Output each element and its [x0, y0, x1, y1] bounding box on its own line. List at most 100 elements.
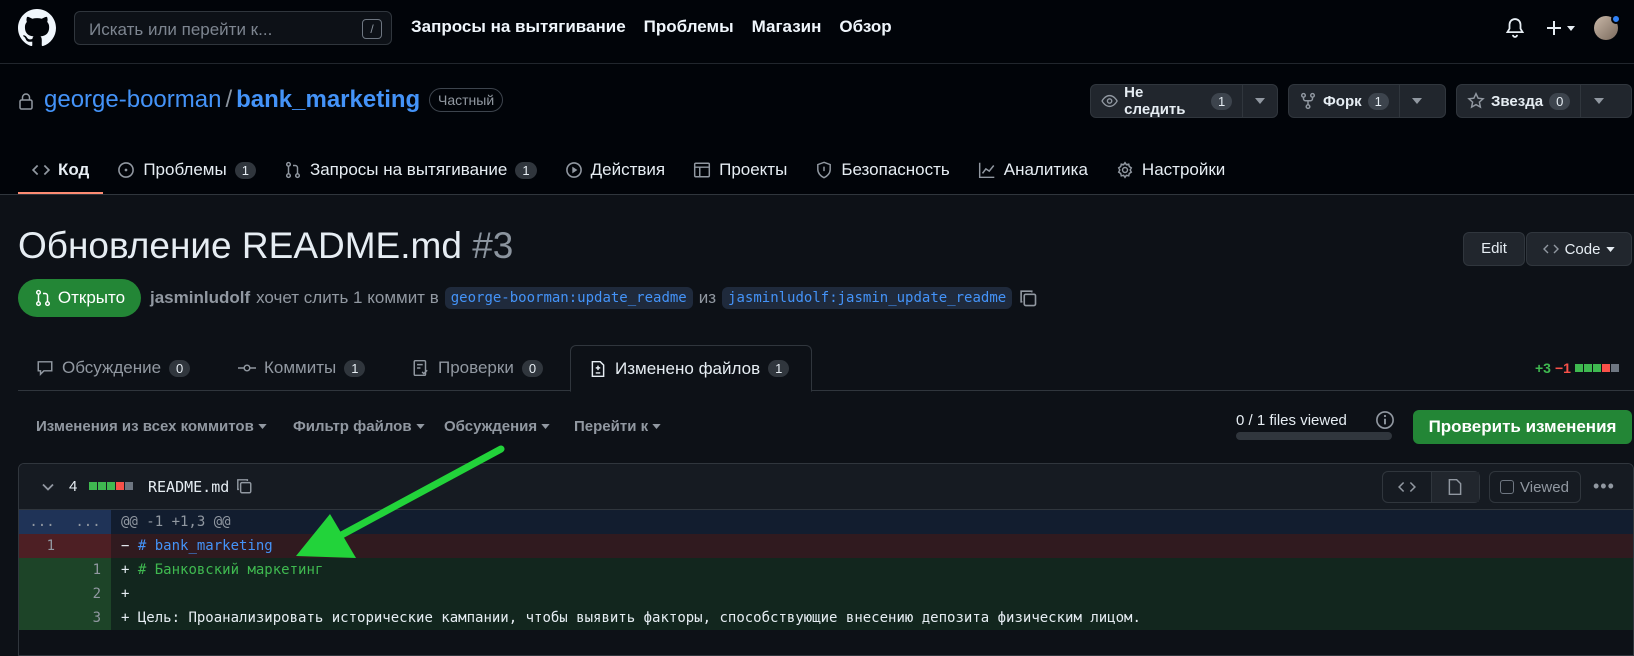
- repo-tabs: Код Проблемы 1 Запросы на вытягивание 1 …: [18, 146, 1239, 194]
- jump-to-dropdown[interactable]: Перейти к: [574, 418, 661, 435]
- repo-owner-link[interactable]: george-boorman: [44, 86, 221, 113]
- file-filter-label: Фильтр файлов: [293, 418, 412, 435]
- conversations-dropdown[interactable]: Обсуждения: [444, 418, 550, 435]
- tab-insights[interactable]: Аналитика: [964, 146, 1102, 194]
- fork-button[interactable]: Форк 1: [1288, 84, 1446, 118]
- pr-tab-commits[interactable]: Коммиты 1: [220, 345, 383, 391]
- diff-line-text: # Банковский маркетинг: [137, 562, 324, 578]
- hunk-expand-old[interactable]: ...: [19, 510, 65, 534]
- code-button[interactable]: Code: [1526, 232, 1632, 266]
- tab-projects[interactable]: Проекты: [679, 146, 801, 194]
- chevron-down-icon[interactable]: [41, 480, 55, 494]
- top-nav-marketplace[interactable]: Магазин: [752, 17, 822, 37]
- watch-label: Не следить: [1124, 84, 1186, 118]
- info-icon[interactable]: [1375, 410, 1395, 430]
- pr-tab-conversation-count: 0: [169, 359, 191, 377]
- issue-icon: [118, 162, 135, 178]
- pull-request-icon: [35, 289, 50, 307]
- hunk-expand-new[interactable]: ...: [65, 510, 111, 534]
- lock-icon: [19, 93, 33, 110]
- pr-author-link[interactable]: jasminludolf: [150, 288, 250, 308]
- tab-pull-requests-label: Запросы на вытягивание: [309, 160, 508, 179]
- tab-settings[interactable]: Настройки: [1102, 146, 1239, 194]
- file-icon: [1448, 478, 1462, 496]
- head-branch-link[interactable]: jasminludolf:jasmin_update_readme: [722, 287, 1013, 309]
- diff-square-add: [107, 482, 115, 490]
- viewed-label: Viewed: [1520, 478, 1569, 496]
- watch-button[interactable]: Не следить 1: [1090, 84, 1278, 118]
- commits-filter-dropdown[interactable]: Изменения из всех коммитов: [36, 418, 267, 435]
- graph-icon: [978, 162, 995, 179]
- search-placeholder: Искать или перейти к...: [89, 20, 273, 39]
- search-input[interactable]: Искать или перейти к... /: [74, 11, 392, 45]
- old-line-number[interactable]: [19, 558, 65, 582]
- checkbox-box: [1500, 480, 1514, 494]
- pr-merge-text: хочет слить 1 коммит в: [256, 288, 439, 307]
- pr-title: Обновление README.md #3: [18, 225, 513, 267]
- watch-dropdown-caret[interactable]: [1242, 85, 1277, 117]
- bell-icon[interactable]: [1504, 17, 1526, 39]
- gear-icon: [1117, 161, 1133, 179]
- tab-settings-label: Настройки: [1141, 160, 1226, 179]
- new-line-number[interactable]: [65, 534, 111, 558]
- source-view-button[interactable]: [1383, 472, 1431, 502]
- pr-tab-files-changed[interactable]: Изменено файлов 1: [570, 345, 812, 392]
- more-options-icon[interactable]: •••: [1593, 476, 1615, 497]
- old-line-number[interactable]: [19, 582, 65, 606]
- star-dropdown-caret[interactable]: [1580, 85, 1616, 117]
- pr-tab-conversation-label: Обсуждение: [62, 358, 162, 377]
- new-line-number[interactable]: 1: [65, 558, 111, 582]
- comment-icon: [37, 361, 53, 376]
- repo-name-link[interactable]: bank_marketing: [236, 86, 420, 113]
- copy-icon[interactable]: [1018, 288, 1038, 308]
- base-branch-link[interactable]: george-boorman:update_readme: [444, 287, 693, 309]
- edit-button[interactable]: Edit: [1463, 232, 1525, 266]
- diff-square-add: [1583, 364, 1592, 372]
- tab-issues[interactable]: Проблемы 1: [103, 146, 270, 194]
- top-nav-explore[interactable]: Обзор: [839, 17, 891, 37]
- viewed-checkbox[interactable]: Viewed: [1489, 471, 1581, 503]
- top-nav-issues[interactable]: Проблемы: [644, 17, 734, 37]
- star-button[interactable]: Звезда 0: [1456, 84, 1632, 118]
- conversations-label: Обсуждения: [444, 418, 538, 435]
- old-line-number[interactable]: 1: [19, 534, 65, 558]
- pr-tab-conversation[interactable]: Обсуждение 0: [18, 345, 208, 391]
- diff-marker: +: [121, 586, 130, 602]
- pr-tab-files-changed-label: Изменено файлов: [615, 358, 761, 378]
- diff-marker: −: [121, 538, 130, 554]
- create-new-icon[interactable]: [1542, 14, 1578, 42]
- tab-code-label: Код: [58, 160, 90, 179]
- caret-down-icon: [652, 424, 661, 429]
- top-nav-pull-requests[interactable]: Запросы на вытягивание: [411, 17, 626, 37]
- diff-stat: +3 −1: [1535, 360, 1619, 376]
- tab-security-label: Безопасность: [841, 160, 950, 179]
- file-change-count: 4: [69, 478, 78, 495]
- files-viewed-count: 0 / 1 files viewed: [1236, 412, 1347, 429]
- review-changes-button[interactable]: Проверить изменения: [1413, 410, 1632, 444]
- github-logo-icon[interactable]: [18, 9, 56, 47]
- tab-actions[interactable]: Действия: [551, 146, 679, 194]
- tab-actions-label: Действия: [590, 160, 666, 179]
- old-line-number[interactable]: [19, 606, 65, 630]
- tab-security[interactable]: Безопасность: [801, 146, 963, 194]
- caret-down-icon: [541, 424, 550, 429]
- fork-dropdown-caret[interactable]: [1398, 85, 1435, 117]
- file-filter-dropdown[interactable]: Фильтр файлов: [293, 418, 425, 435]
- tab-code[interactable]: Код: [18, 146, 104, 194]
- rich-view-button[interactable]: [1430, 472, 1479, 502]
- diff-square-delete: [116, 482, 124, 490]
- copy-icon[interactable]: [235, 477, 253, 495]
- diff-square-delete: [1601, 364, 1610, 372]
- new-line-number[interactable]: 2: [65, 582, 111, 606]
- diff-line-added: 3 + Цель: Проанализировать исторические …: [19, 606, 1633, 630]
- caret-down-icon: [1255, 98, 1266, 104]
- diff-line-text: Цель: Проанализировать исторические камп…: [137, 610, 1141, 626]
- pr-tab-checks[interactable]: Проверки 0: [394, 345, 561, 391]
- file-name-link[interactable]: README.md: [148, 478, 229, 496]
- checklist-icon: [413, 359, 428, 377]
- visibility-badge: Частный: [429, 88, 504, 112]
- file-diff: 4 README.md Viewed ••• ... ... @@ -1 +1,…: [18, 463, 1634, 656]
- new-line-number[interactable]: 3: [65, 606, 111, 630]
- top-nav: Запросы на вытягивание Проблемы Магазин …: [411, 17, 892, 37]
- tab-pull-requests[interactable]: Запросы на вытягивание 1: [270, 146, 551, 194]
